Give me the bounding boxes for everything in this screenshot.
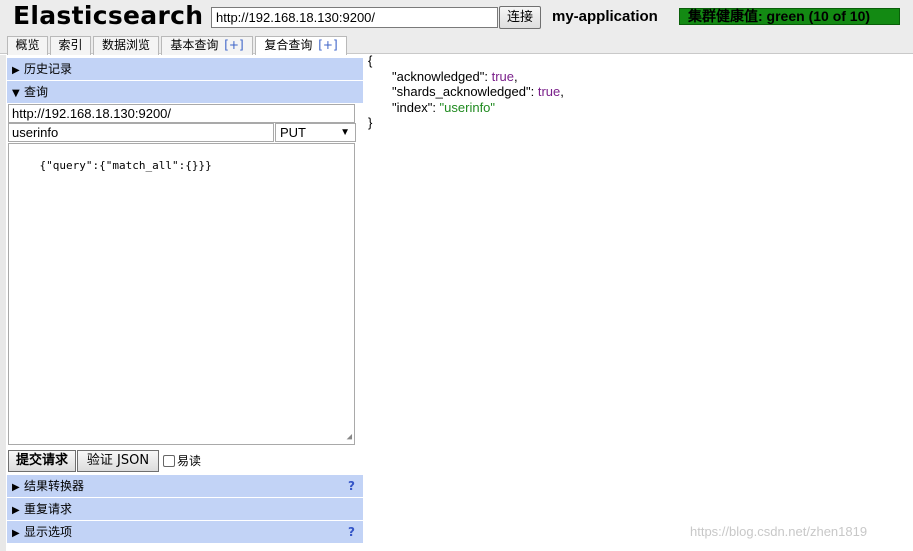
tab-overview[interactable]: 概览 xyxy=(7,36,48,55)
tab-label: 复合查询 xyxy=(264,38,313,52)
triangle-down-icon: ▼ xyxy=(12,88,20,99)
json-line: "index": "userinfo" xyxy=(368,100,668,116)
app-title: Elasticsearch xyxy=(13,1,204,30)
query-url-input[interactable]: http://192.168.18.130:9200/ xyxy=(8,104,355,123)
json-key: "acknowledged" xyxy=(392,68,485,84)
cluster-health-badge: 集群健康值: green (10 of 10) xyxy=(679,8,900,25)
help-icon[interactable]: ? xyxy=(348,475,355,497)
tab-label: 概览 xyxy=(15,38,40,52)
easy-read-label: 易读 xyxy=(177,454,202,468)
cluster-url-input[interactable]: http://192.168.18.130:9200/ xyxy=(211,7,498,28)
section-label: 查询 xyxy=(24,85,49,99)
query-path-input[interactable]: userinfo xyxy=(8,123,274,142)
json-open-brace: { xyxy=(368,53,373,68)
tab-label: 基本查询 xyxy=(170,38,219,52)
json-close-brace: } xyxy=(368,115,373,130)
http-method-select[interactable]: PUT ▼ xyxy=(275,123,356,142)
triangle-right-icon: ▶ xyxy=(12,65,20,76)
window-edge xyxy=(0,55,6,551)
query-body-text: {"query":{"match_all":{}}} xyxy=(39,159,212,172)
triangle-right-icon: ▶ xyxy=(12,505,20,516)
triangle-right-icon: ▶ xyxy=(12,528,20,539)
tab-bar: 概览 索引 数据浏览 基本查询 [+] 复合查询 [+] xyxy=(0,36,913,56)
section-label: 重复请求 xyxy=(24,502,73,516)
json-line: "shards_acknowledged": true, xyxy=(368,84,668,100)
json-sep: : xyxy=(432,99,440,115)
method-value: PUT xyxy=(280,125,306,140)
submit-request-button[interactable]: 提交请求 xyxy=(8,450,76,472)
easy-read-option[interactable]: 易读 xyxy=(163,453,201,469)
section-label: 历史记录 xyxy=(24,62,73,76)
add-tab-icon[interactable]: [+] xyxy=(318,38,337,52)
query-section-header[interactable]: ▼ 查询 xyxy=(7,81,363,103)
tab-browser[interactable]: 数据浏览 xyxy=(93,36,159,55)
help-icon[interactable]: ? xyxy=(348,521,355,543)
triangle-right-icon: ▶ xyxy=(12,482,20,493)
history-section-header[interactable]: ▶ 历史记录 xyxy=(7,58,363,80)
chevron-down-icon: ▼ xyxy=(340,127,350,138)
json-sep: : xyxy=(484,68,492,84)
resize-grip-icon[interactable]: ◢ xyxy=(347,433,352,442)
json-tail: , xyxy=(514,68,518,84)
json-value: true xyxy=(491,68,514,84)
result-json: {"acknowledged": true, "shards_acknowledg… xyxy=(368,53,668,133)
tab-compound-query[interactable]: 复合查询 [+] xyxy=(255,36,347,56)
json-tail: , xyxy=(560,84,564,99)
json-sep: : xyxy=(530,84,538,99)
tab-label: 索引 xyxy=(58,38,83,52)
json-line: "acknowledged": true, xyxy=(368,69,668,85)
result-transformer-section-header[interactable]: ▶ 结果转换器 ? xyxy=(7,475,363,497)
display-options-section-header[interactable]: ▶ 显示选项 ? xyxy=(7,521,363,543)
query-panel: ▶ 历史记录 ▼ 查询 http://192.168.18.130:9200/ us… xyxy=(7,55,363,551)
connect-button[interactable]: 连接 xyxy=(499,6,541,29)
watermark: https://blog.csdn.net/zhen1819 xyxy=(690,524,868,539)
top-bar: Elasticsearch http://192.168.18.130:9200… xyxy=(0,0,913,36)
tab-label: 数据浏览 xyxy=(101,38,150,52)
json-key: "shards_acknowledged" xyxy=(392,84,531,99)
validate-json-button[interactable]: 验证 JSON xyxy=(77,450,159,472)
cluster-name: my-application xyxy=(552,8,658,25)
tab-basic-query[interactable]: 基本查询 [+] xyxy=(161,36,253,55)
add-tab-icon[interactable]: [+] xyxy=(224,38,243,52)
json-key: "index" xyxy=(392,99,433,115)
query-body-textarea[interactable]: {"query":{"match_all":{}}} ◢ xyxy=(8,143,355,445)
section-label: 显示选项 xyxy=(24,525,73,539)
easy-read-checkbox[interactable] xyxy=(163,455,175,467)
repeat-request-section-header[interactable]: ▶ 重复请求 xyxy=(7,498,363,520)
json-value: true xyxy=(537,84,561,99)
tab-indices[interactable]: 索引 xyxy=(50,36,91,55)
json-value: "userinfo" xyxy=(439,99,496,115)
section-label: 结果转换器 xyxy=(24,479,85,493)
